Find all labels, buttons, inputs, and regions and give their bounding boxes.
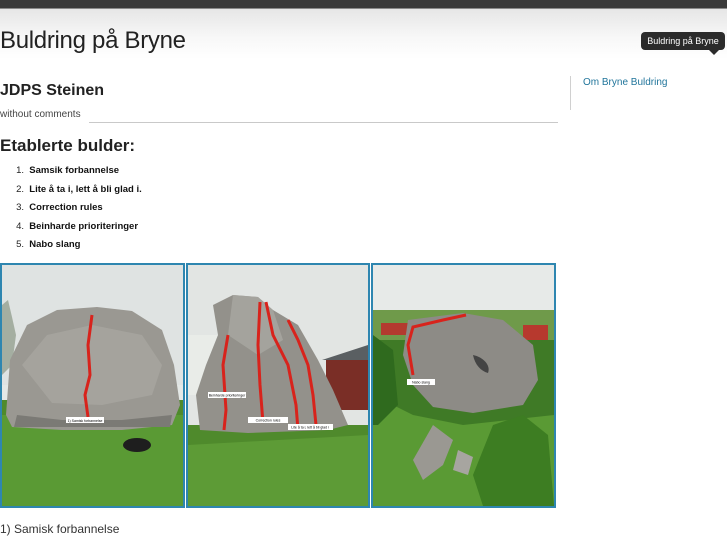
route-label: 1) Samisk forbannelse <box>68 419 103 423</box>
site-badge[interactable]: Buldring på Bryne <box>641 32 725 55</box>
list-label: Nabo slang <box>29 239 81 250</box>
list-number: 2. <box>16 183 24 195</box>
sidebar-link-om-bryne-buldring[interactable]: Om Bryne Buldring <box>583 77 667 88</box>
route-label: Lite å ta i, lett å bli glad i <box>291 426 329 430</box>
list-item: 1. Samsik forbannelse <box>0 164 142 183</box>
boulder-photo-3[interactable]: Nabo slang <box>371 263 556 508</box>
post-title[interactable]: JDPS Steinen <box>0 82 104 100</box>
section-heading: Etablerte bulder: <box>0 136 136 155</box>
top-bar <box>0 0 727 9</box>
list-item: 4. Beinharde prioriteringer <box>0 220 142 239</box>
list-number: 5. <box>16 239 24 250</box>
list-item: 2. Lite å ta i, lett å bli glad i. <box>0 183 142 202</box>
list-label: Lite å ta i, lett å bli glad i. <box>29 183 142 195</box>
route-label: Nabo slang <box>412 381 430 385</box>
list-number: 1. <box>16 165 24 176</box>
sidebar-divider <box>570 76 571 110</box>
meta-divider <box>89 122 558 123</box>
list-item: 3. Correction rules <box>0 201 142 220</box>
boulder-photo-2[interactable]: Beinharde prioriteringer Correction rule… <box>186 263 370 508</box>
post-meta-comments[interactable]: without comments <box>0 109 81 120</box>
boulder-photo-1[interactable]: 1) Samisk forbannelse <box>0 263 185 508</box>
bulder-list: 1. Samsik forbannelse 2. Lite å ta i, le… <box>0 164 142 257</box>
photo-caption: 1) Samisk forbannelse <box>0 522 120 536</box>
site-title[interactable]: Buldring på Bryne <box>0 27 186 55</box>
list-item: 5. Nabo slang <box>0 238 142 257</box>
list-number: 4. <box>16 220 24 232</box>
list-number: 3. <box>16 202 24 213</box>
list-label: Beinharde prioriteringer <box>29 220 139 232</box>
route-label: Beinharde prioriteringer <box>209 394 246 398</box>
boulder-photo-1-image: 1) Samisk forbannelse <box>2 265 183 506</box>
list-label: Correction rules <box>29 202 103 213</box>
boulder-photo-2-image: Beinharde prioriteringer Correction rule… <box>188 265 368 506</box>
boulder-photo-3-image: Nabo slang <box>373 265 554 506</box>
route-label: Correction rules <box>256 419 281 423</box>
list-label: Samsik forbannelse <box>29 165 120 176</box>
